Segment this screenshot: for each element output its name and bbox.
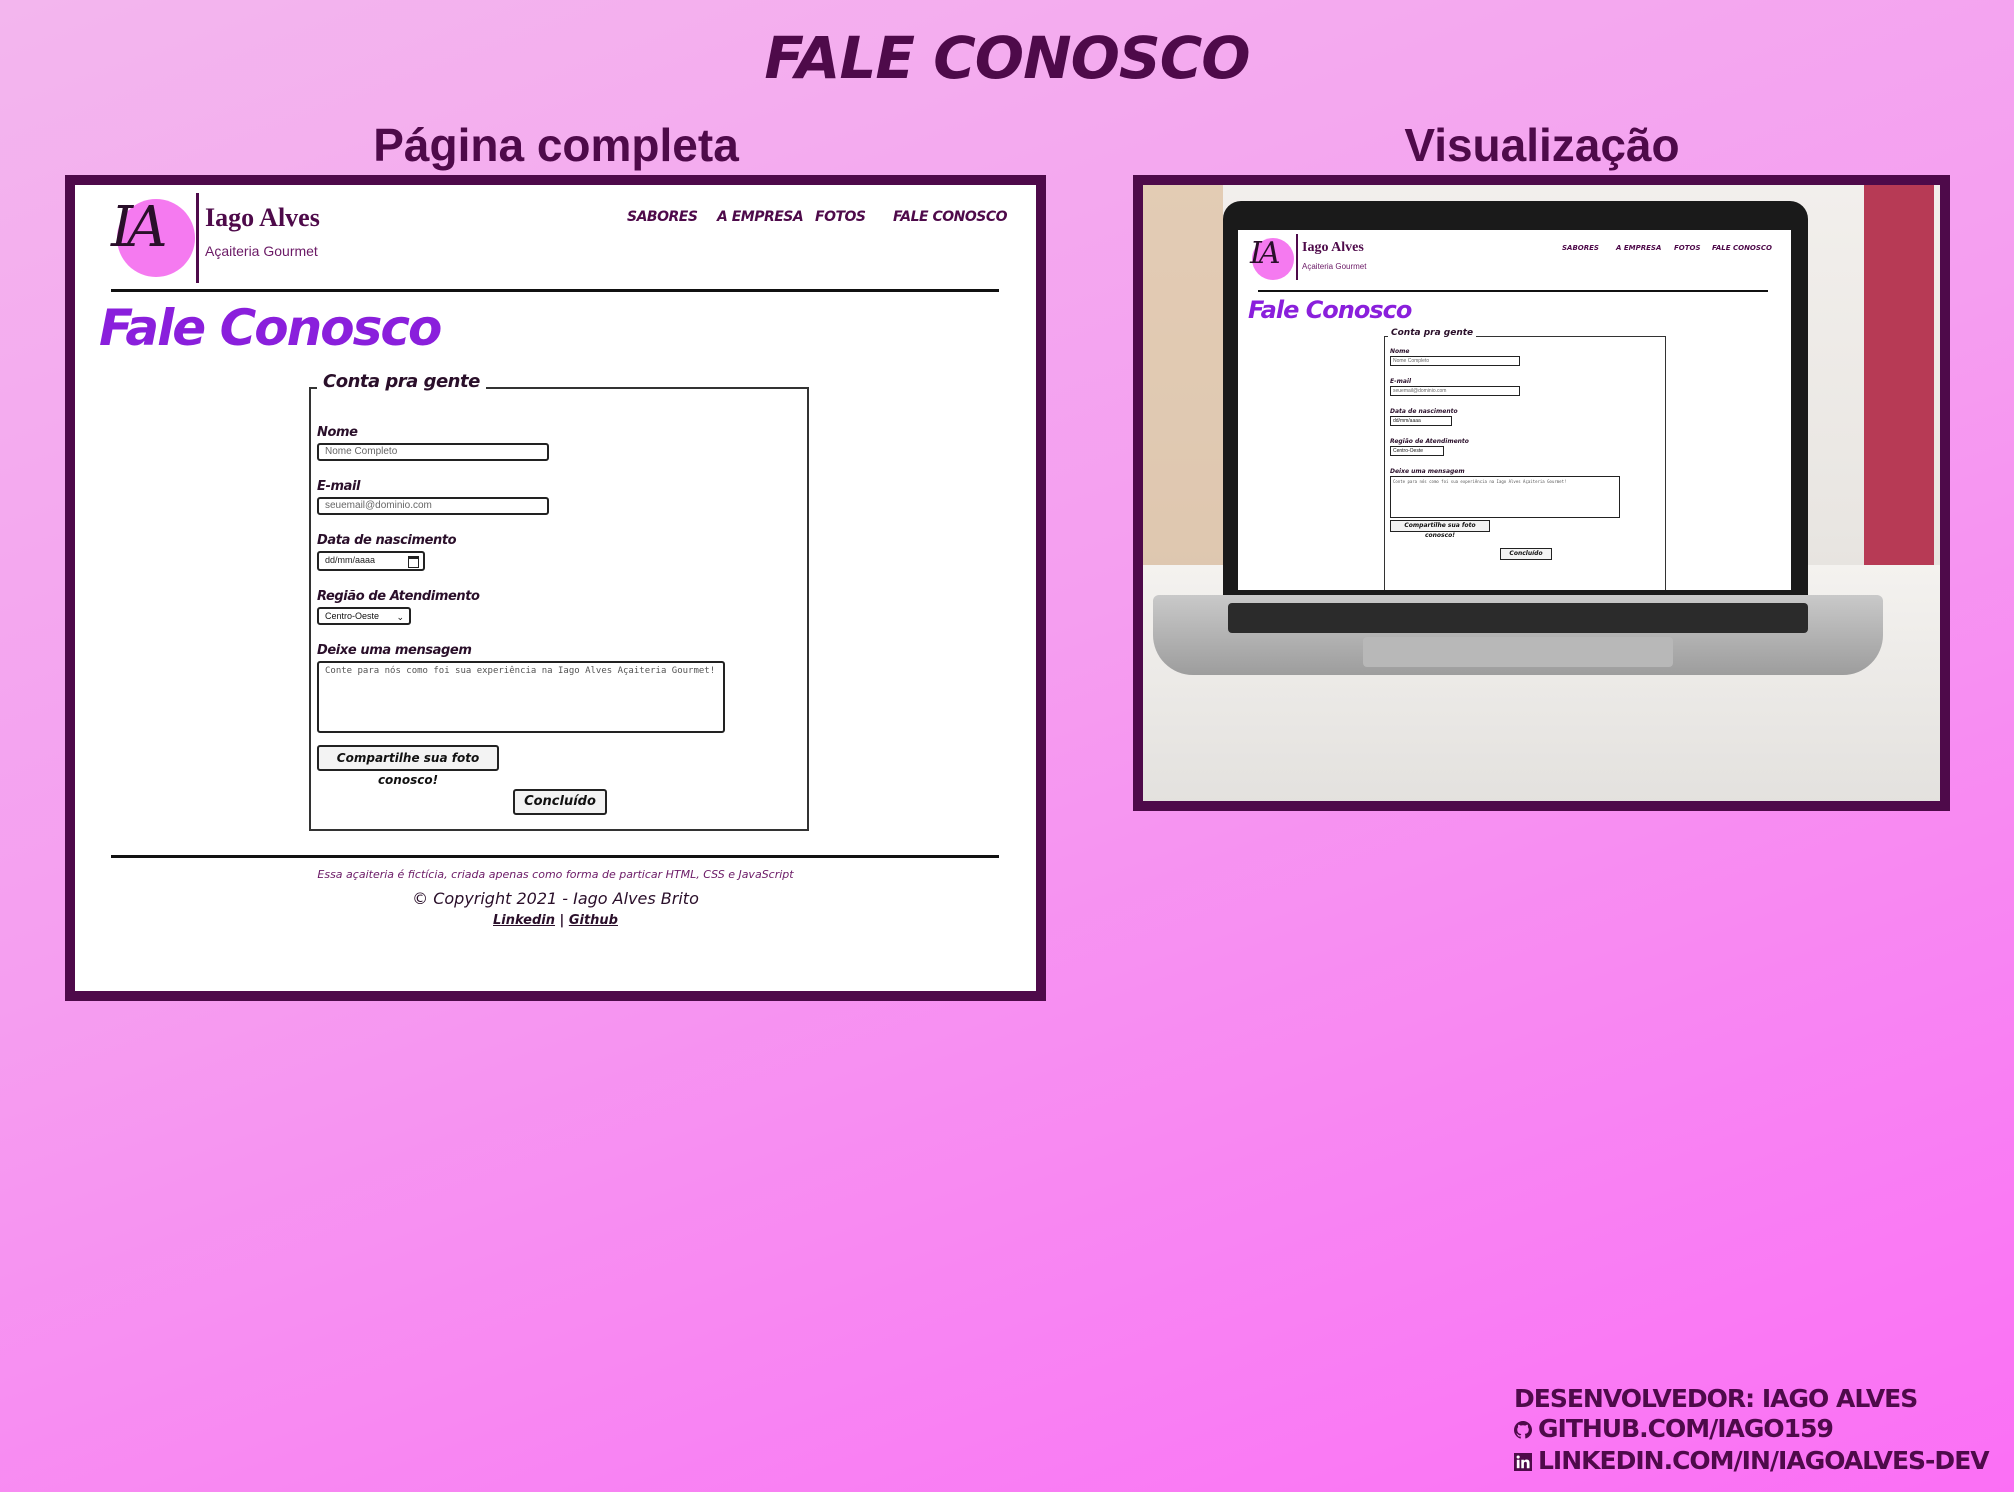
message-label: Deixe uma mensagem [317, 643, 472, 658]
mini-header-divider [1258, 290, 1768, 292]
footer-links: Linkedin | Github [75, 913, 1036, 928]
mini-birth-input: dd/mm/aaaa [1390, 416, 1452, 426]
full-page-frame: IA Iago Alves Açaiteria Gourmet SABORES … [65, 175, 1046, 1001]
mini-brand-subtitle: Açaiteria Gourmet [1302, 262, 1367, 271]
email-input[interactable]: seuemail@dominio.com [317, 497, 549, 515]
message-textarea[interactable]: Conte para nós como foi sua experiência … [317, 661, 725, 733]
nav-a-empresa[interactable]: A EMPRESA [717, 209, 804, 225]
chevron-down-icon: ⌄ [396, 612, 404, 622]
mini-brand-name: Iago Alves [1302, 240, 1364, 255]
linkedin-icon [1514, 1448, 1532, 1471]
logo-divider [196, 193, 199, 283]
calendar-icon[interactable] [408, 556, 419, 568]
mini-page-heading: Fale Conosco [1248, 296, 1412, 324]
footer-divider [111, 855, 999, 858]
mini-email-input: seuemail@dominio.com [1390, 386, 1520, 396]
mini-name-label: Nome [1390, 348, 1410, 355]
nav-fale-conosco[interactable]: FALE CONOSCO [893, 209, 1008, 225]
name-label: Nome [317, 425, 358, 440]
credit-github-text: GITHUB.COM/IAGO159 [1538, 1414, 1834, 1443]
nav-sabores[interactable]: SABORES [627, 209, 698, 225]
region-select[interactable]: Centro-Oeste ⌄ [317, 607, 411, 625]
page-heading: Fale Conosco [99, 299, 442, 357]
footer-copyright: © Copyright 2021 - Iago Alves Brito [412, 889, 699, 908]
mini-message-textarea: Conte para nós como foi sua experiência … [1390, 476, 1620, 518]
mini-nav-fale-conosco: FALE CONOSCO [1712, 244, 1773, 252]
mini-birth-label: Data de nascimento [1390, 408, 1458, 415]
nav-fotos[interactable]: FOTOS [815, 209, 866, 225]
brand-subtitle: Açaiteria Gourmet [205, 243, 318, 259]
share-photo-button[interactable]: Compartilhe sua foto conosco! [317, 745, 499, 787]
github-link[interactable]: Github [569, 913, 618, 928]
laptop-screen: IA Iago Alves Açaiteria Gourmet SABORES … [1238, 230, 1791, 590]
github-icon [1514, 1416, 1532, 1439]
credit-developer: DESENVOLVEDOR: IAGO ALVES [1514, 1384, 1918, 1413]
submit-button[interactable]: Concluído [513, 789, 607, 815]
mini-email-label: E-mail [1390, 378, 1412, 385]
laptop-trackpad [1363, 637, 1673, 667]
footer-note: Essa açaiteria é fictícia, criada apenas… [317, 868, 794, 881]
email-label: E-mail [317, 479, 361, 494]
name-input[interactable]: Nome Completo [317, 443, 549, 461]
credit-linkedin[interactable]: LINKEDIN.COM/IN/IAGOALVES-DEV [1514, 1446, 1990, 1475]
mini-logo-icon: IA [1250, 236, 1280, 271]
mini-nav-fotos: FOTOS [1674, 244, 1701, 252]
main-title: FALE CONOSCO [764, 24, 1250, 92]
mini-region-label: Região de Atendimento [1390, 438, 1469, 445]
mini-nav-sabores: SABORES [1562, 244, 1599, 252]
mini-share-photo-button: Compartilhe sua foto conosco! [1390, 520, 1490, 539]
credit-linkedin-text: LINKEDIN.COM/IN/IAGOALVES-DEV [1538, 1446, 1990, 1475]
mini-legend: Conta pra gente [1388, 328, 1477, 338]
birth-date-input[interactable]: dd/mm/aaaa [317, 551, 425, 571]
section-title-full-page: Página completa [373, 119, 739, 171]
preview-frame: IA Iago Alves Açaiteria Gourmet SABORES … [1133, 175, 1950, 811]
footer-link-separator: | [559, 913, 565, 928]
header-divider [111, 289, 999, 292]
mini-message-label: Deixe uma mensagem [1390, 468, 1465, 475]
region-label: Região de Atendimento [317, 589, 480, 604]
fieldset-legend: Conta pra gente [317, 371, 486, 392]
region-select-value: Centro-Oeste [325, 611, 380, 621]
mini-region-select: Centro-Oeste [1390, 446, 1444, 456]
background-wall [1143, 185, 1223, 605]
logo-icon[interactable]: IA [111, 195, 168, 260]
section-title-preview: Visualização [1404, 119, 1680, 171]
credit-github[interactable]: GITHUB.COM/IAGO159 [1514, 1414, 1834, 1443]
brand-name[interactable]: Iago Alves [205, 203, 320, 233]
birth-date-placeholder: dd/mm/aaaa [325, 555, 376, 565]
mini-name-input: Nome Completo [1390, 356, 1520, 366]
background-book [1864, 185, 1934, 615]
mini-nav-a-empresa: A EMPRESA [1616, 244, 1662, 252]
mini-logo-divider [1296, 234, 1298, 280]
mini-submit-button: Concluído [1500, 548, 1552, 560]
laptop-keyboard [1228, 603, 1808, 633]
linkedin-link[interactable]: Linkedin [493, 913, 555, 928]
birth-label: Data de nascimento [317, 533, 457, 548]
